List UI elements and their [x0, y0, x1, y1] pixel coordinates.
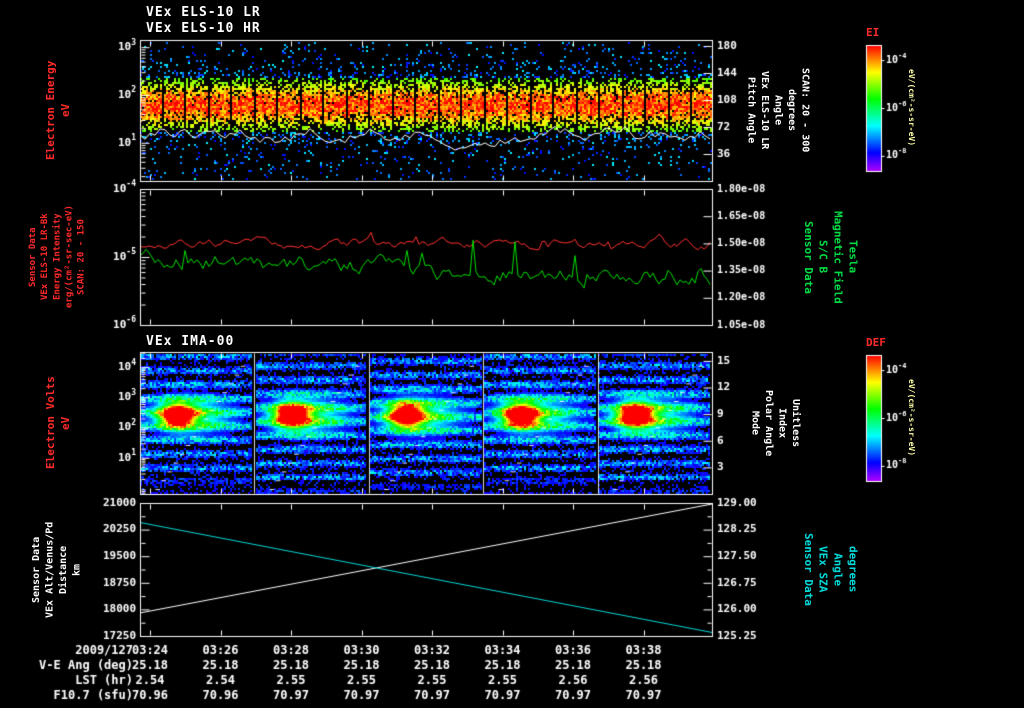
colorbar1-units-label: eV/(cm²-s-sr-eV)	[906, 69, 916, 147]
panel1-y-axis-label: Electron Energy eV	[44, 60, 72, 161]
panel2-right-label: Sensor Data S/C B Magnetic Field Tesla	[801, 210, 860, 304]
panel3-right-label: Mode Polar Angle Index Unitless	[749, 389, 802, 457]
panel1-title-hr: VEx ELS-10 HR	[146, 21, 261, 36]
colorbar1-title: EI	[866, 26, 880, 39]
panel1-right-label: Pitch Angle VEx ELS-10 LR Angle degrees SCAN…	[745, 68, 811, 153]
colorbar2-title: DEF	[866, 336, 886, 349]
panel3-title: VEx IMA-00	[146, 334, 235, 349]
panel2-left-label: Sensor Data VEx ELS-10 LR-Bk Energy Intens…	[28, 205, 87, 309]
panel4-right-label: Sensor Data VEx SZA Angle degrees	[801, 533, 860, 606]
panel1-title-lr: VEx ELS-10 LR	[146, 5, 261, 20]
colorbar2-units-label: eV/(cm²-s-sr-eV)	[906, 379, 916, 457]
panel4-left-label: Sensor Data VEx Alt/Venus/Pd Distance km	[31, 521, 83, 618]
panel3-y-axis-label: Electron Volts eV	[44, 376, 72, 470]
plot-canvas	[0, 0, 1024, 708]
vex-multi-panel-plot: VEx ELS-10 LR VEx ELS-10 HR VEx IMA-00 E…	[0, 0, 1024, 708]
